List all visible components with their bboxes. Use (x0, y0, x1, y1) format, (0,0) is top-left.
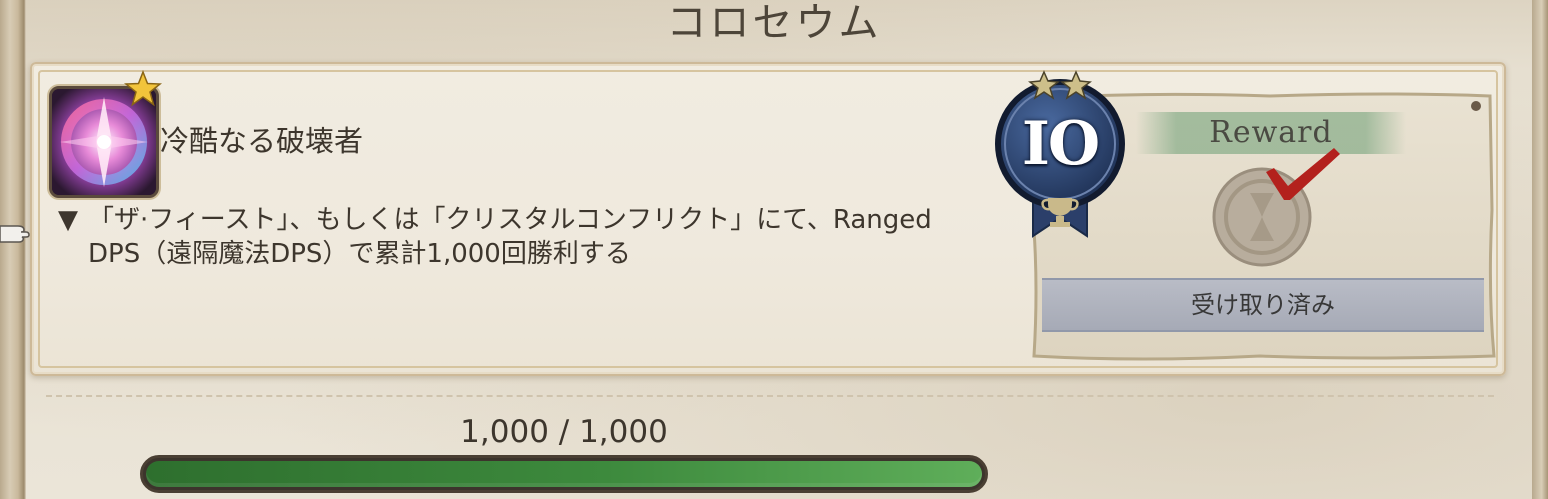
left-frame (0, 0, 26, 499)
pointer-hand-icon (0, 225, 30, 243)
section-divider (46, 395, 1494, 397)
description-line-1: 「ザ·フィースト」、もしくは「クリスタルコンフリクト」にて、Ranged (88, 205, 932, 235)
achievement-description: ▼ 「ザ·フィースト」、もしくは「クリスタルコンフリクト」にて、Ranged DP… (58, 203, 998, 271)
achievement-title: 冷酷なる破壊者 (160, 124, 364, 158)
checkmark-icon (1266, 148, 1340, 200)
star-icon (124, 70, 162, 107)
description-line-2: DPS（遠隔魔法DPS）で累計1,000回勝利する (88, 239, 631, 269)
reward-status: 受け取り済み (1042, 278, 1484, 332)
achievement-points-text: IO (1021, 109, 1100, 179)
progress-text: 1,000 / 1,000 (460, 414, 668, 450)
right-frame (1532, 0, 1548, 499)
collapse-arrow-icon[interactable]: ▼ (58, 203, 88, 237)
progress-bar (140, 455, 988, 493)
progress-fill (146, 461, 982, 487)
page-title: コロセウム (666, 0, 882, 46)
